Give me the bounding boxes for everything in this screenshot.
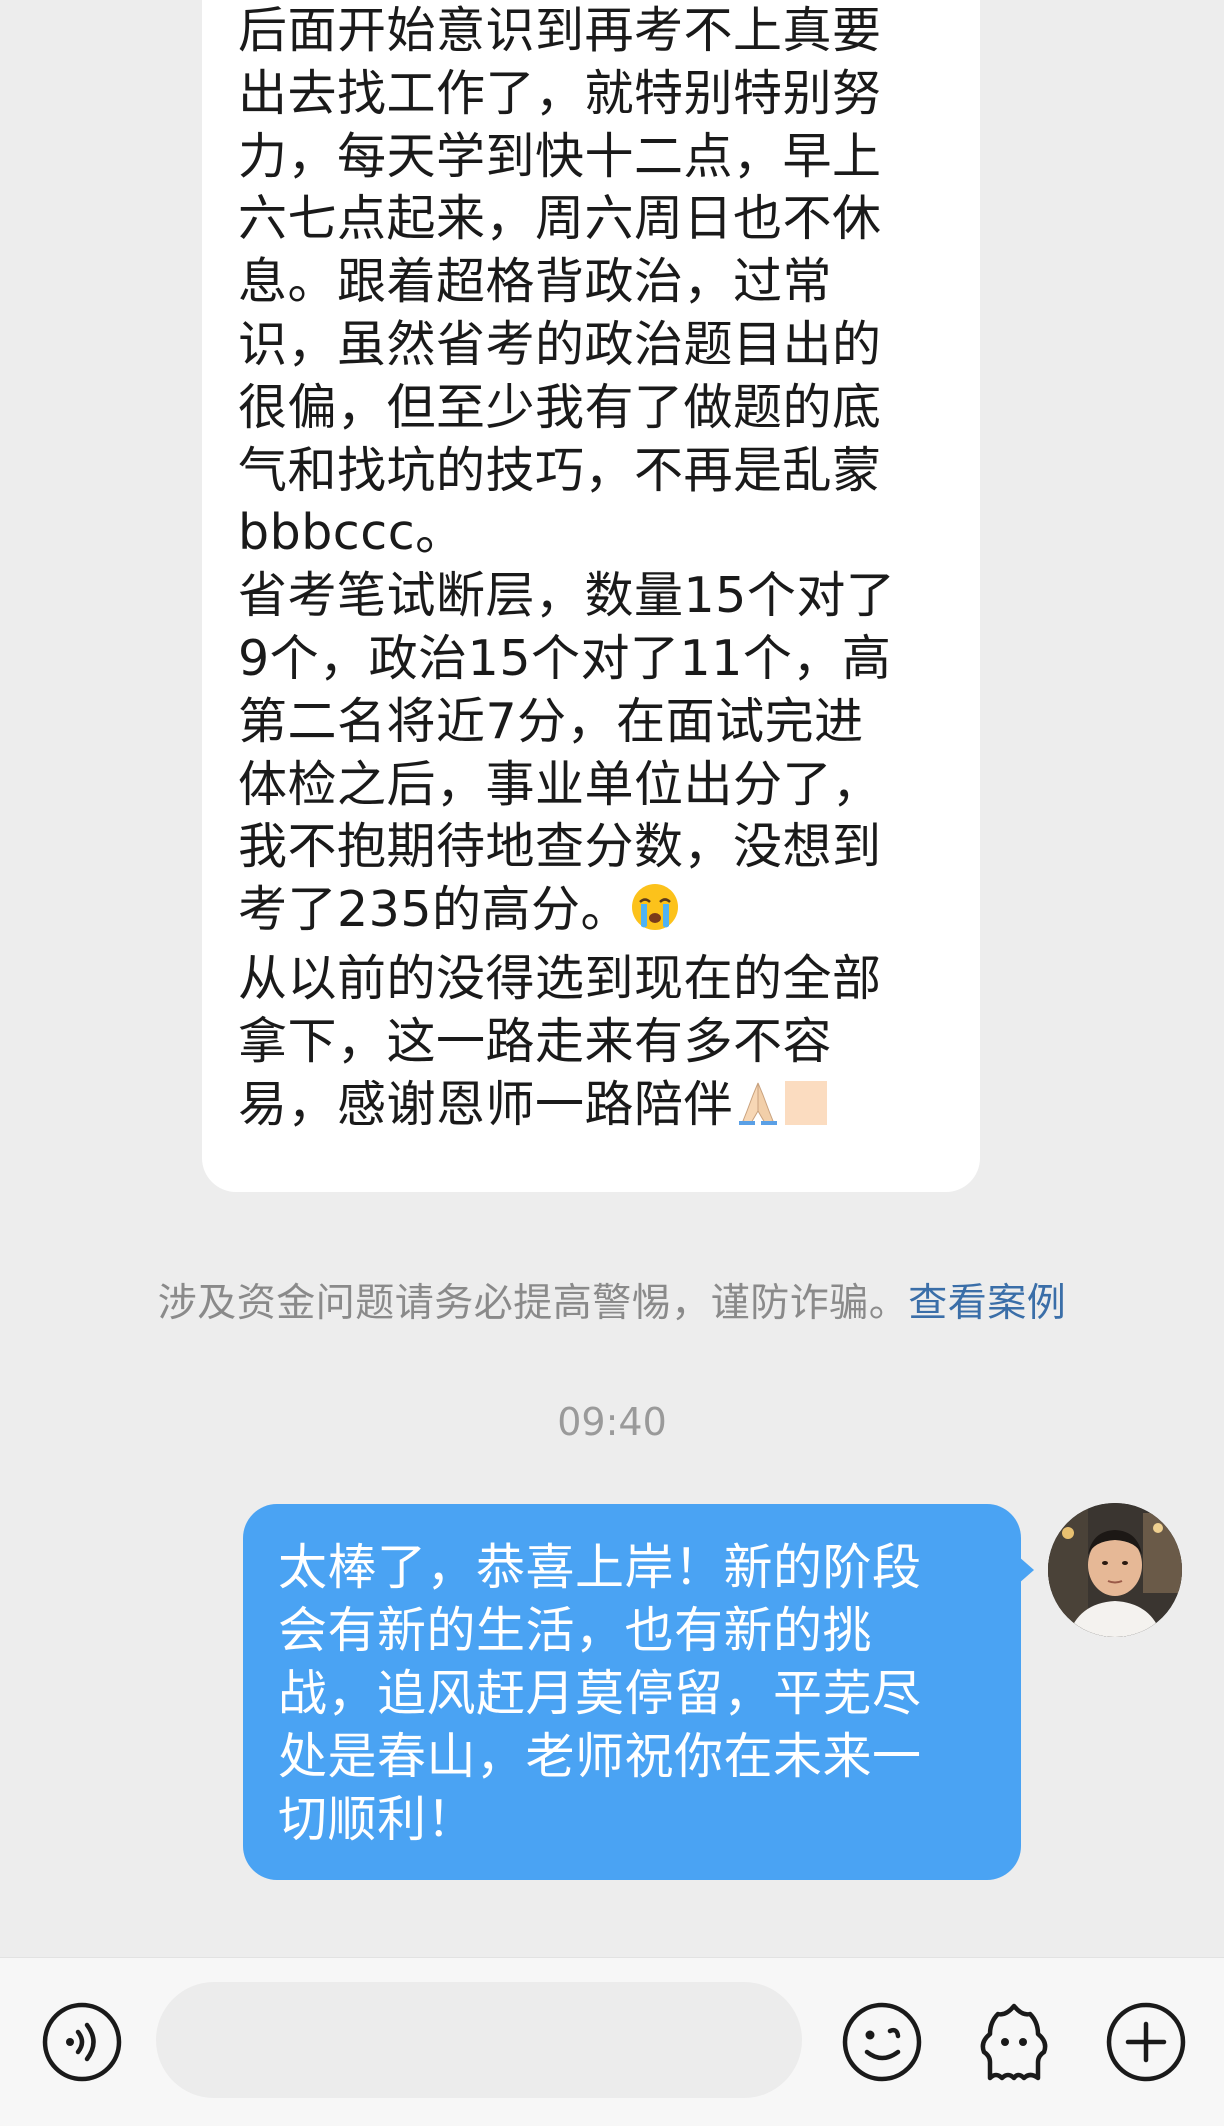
smiley-icon[interactable] (840, 2000, 924, 2084)
incoming-line: 力，每天学到快十二点，早上 (238, 127, 882, 185)
incoming-line: 息。跟着超格背政治，过常 (238, 253, 833, 311)
incoming-line: 识，虽然省考的政治题目出的 (238, 315, 882, 373)
incoming-line: 第二名将近7分，在面试完进 (238, 692, 864, 750)
outgoing-line: 处是春山，老师祝你在未来一 (278, 1728, 922, 1785)
plus-circle-icon[interactable] (1104, 2000, 1188, 2084)
incoming-line: 省考笔试断层，数量15个对了 (238, 567, 896, 625)
outgoing-message-text: 太棒了，恭喜上岸！新的阶段 会有新的生活，也有新的挑 战，追风赶月莫停留，平芜尽… (278, 1536, 990, 1851)
incoming-line: 气和找坑的技巧，不再是乱蒙 (238, 441, 882, 499)
chat-screen: 后面开始意识到再考不上真要 出去找工作了，就特别特别努 力，每天学到快十二点，早… (0, 0, 1224, 2126)
fraud-warning-notice: 涉及资金问题请务必提高警惕，谨防诈骗。查看案例 (0, 1272, 1224, 1328)
sticker-ghost-icon[interactable] (972, 2000, 1056, 2084)
incoming-line: 出去找工作了，就特别特别努 (238, 64, 882, 122)
folded-hands-emoji-icon (733, 1077, 783, 1143)
incoming-line: 我不抱期待地查分数，没想到 (238, 818, 882, 876)
outgoing-line: 会有新的生活，也有新的挑 (278, 1602, 873, 1659)
fraud-warning-text: 涉及资金问题请务必提高警惕，谨防诈骗。 (157, 1281, 909, 1326)
incoming-line: 9个，政治15个对了11个，高 (238, 629, 892, 687)
incoming-line: 很偏，但至少我有了做题的底 (238, 378, 882, 436)
incoming-line: 后面开始意识到再考不上真要 (238, 2, 882, 59)
outgoing-line: 太棒了，恭喜上岸！新的阶段 (278, 1539, 922, 1596)
incoming-line: 体检之后，事业单位出分了， (238, 755, 882, 813)
incoming-line: 考了235的高分。 (238, 881, 631, 939)
incoming-message-text: 后面开始意识到再考不上真要 出去找工作了，就特别特别努 力，每天学到快十二点，早… (238, 0, 958, 1142)
incoming-line: 六七点起来，周六周日也不休 (238, 190, 882, 248)
message-timestamp: 09:40 (557, 1400, 667, 1444)
incoming-line: 拿下，这一路走来有多不容 (238, 1012, 833, 1070)
skin-tone-modifier-icon (783, 1077, 829, 1143)
avatar-photo-icon (1048, 1503, 1182, 1637)
incoming-line: 从以前的没得选到现在的全部 (238, 949, 882, 1007)
outgoing-line: 战，追风赶月莫停留，平芜尽 (278, 1665, 922, 1722)
incoming-line: 易，感谢恩师一路陪伴 (238, 1075, 734, 1133)
outgoing-line: 切顺利！ (278, 1791, 477, 1848)
incoming-line: bbbccc。 (238, 504, 465, 562)
crying-face-emoji-icon (630, 882, 680, 948)
voice-wave-icon[interactable] (40, 2000, 124, 2084)
outgoing-bubble-tail (1018, 1556, 1034, 1584)
avatar[interactable] (1048, 1503, 1182, 1637)
message-input[interactable] (156, 1982, 802, 2098)
view-cases-link[interactable]: 查看案例 (908, 1281, 1066, 1326)
